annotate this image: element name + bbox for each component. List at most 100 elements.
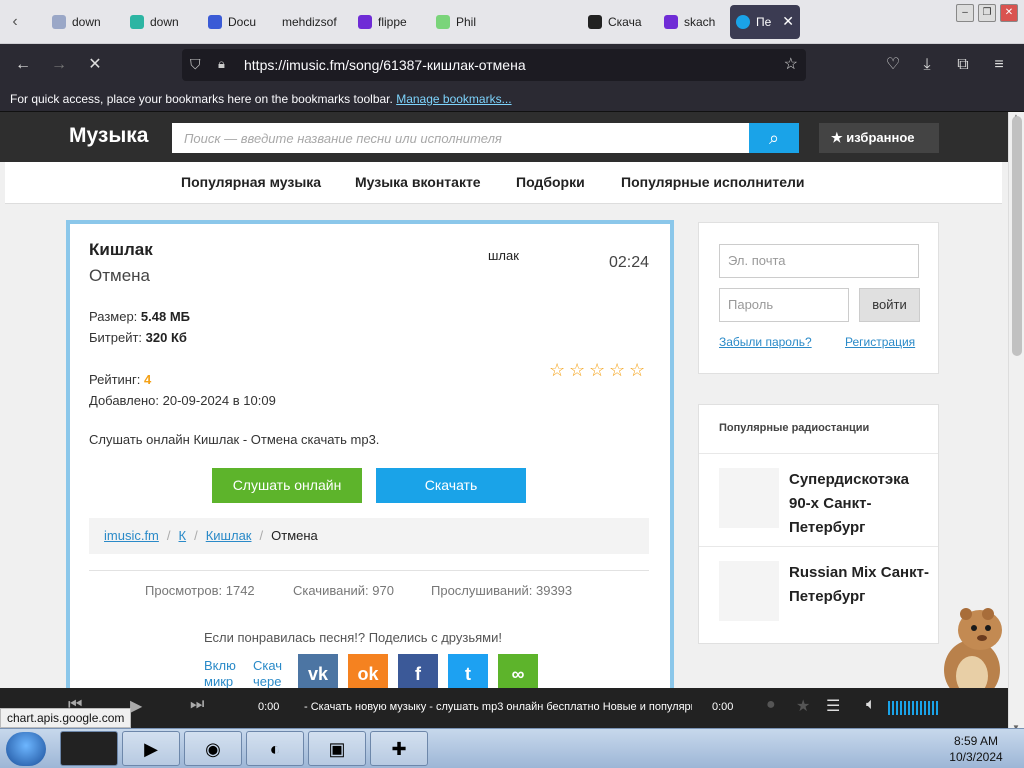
download-button[interactable]: Скачать [376,468,526,503]
clock-time: 8:59 AM [953,734,999,748]
firefox-icon[interactable]: ◐ [246,731,304,766]
menu-collections[interactable]: Подборки [516,174,585,190]
email-field[interactable]: Эл. почта [719,244,919,278]
register-link[interactable]: Регистрация [845,335,915,349]
song-artist[interactable]: Кишлак [89,240,153,260]
popular-radio-box: Популярные радиостанции Супердискотэка 9… [698,404,939,644]
share-link-download[interactable]: Скач чере [253,658,289,688]
radio-thumbnail[interactable] [719,561,779,621]
listen-online-button[interactable]: Слушать онлайн [212,468,362,503]
tab-scroll-left-icon[interactable]: ‹ [4,6,26,38]
login-button[interactable]: войти [859,288,920,322]
favorites-button[interactable]: ★ избранное [819,123,939,153]
song-card: Кишлак Отмена шлак 02:24 Размер: 5.48 МБ… [66,220,674,688]
address-bar[interactable]: ⛉ 🔒︎ https://imusic.fm/song/61387-кишлак… [182,49,806,81]
tab-6[interactable]: Phil [430,5,490,39]
tab-2[interactable]: down [124,5,200,39]
playlist-icon[interactable]: ☰ [826,696,840,716]
microphone-icon[interactable]: ● [766,696,776,714]
breadcrumb-artist[interactable]: Кишлак [206,528,252,543]
browser-toolbar: ← → ✕ ⛉ 🔒︎ https://imusic.fm/song/61387-… [0,44,1024,86]
manage-bookmarks-link[interactable]: Manage bookmarks... [396,92,511,106]
radio-station-name[interactable]: Супердискотэка 90-х Санкт-Петербург [789,468,929,540]
share-link-mic[interactable]: Вклю микр [204,658,240,688]
color-wheel-icon[interactable]: ✚ [370,731,428,766]
player-time-total: 0:00 [712,701,734,713]
star-icon: ★ [831,130,843,145]
menu-popular-music[interactable]: Популярная музыка [181,174,321,190]
star-outline-icon[interactable]: ☆ [629,361,647,379]
page-scrollbar[interactable]: ▲ ▼ [1008,112,1024,732]
volume-slider[interactable] [888,701,940,715]
site-logo[interactable]: Музыка [69,124,148,148]
play-icon[interactable]: ▶ [130,696,142,716]
share-title: Если понравилась песня!? Поделись с друз… [204,630,502,645]
lock-icon[interactable]: 🔒︎ [218,56,232,74]
link-icon[interactable]: ∞ [498,654,538,688]
taskbar-app-1[interactable] [60,731,118,766]
tab-5[interactable]: flippe [352,5,428,39]
tab-active[interactable]: Пе ✕ [730,5,800,39]
windows-start-icon[interactable] [6,732,46,766]
back-arrow-icon[interactable]: ← [10,53,36,77]
star-outline-icon[interactable]: ☆ [609,361,627,379]
menu-popular-artists[interactable]: Популярные исполнители [621,174,805,190]
breadcrumb: imusic.fm / К / Кишлак / Отмена [89,518,649,554]
shield-icon[interactable]: ⛉ [190,56,206,74]
bookmark-star-icon[interactable]: ☆ [784,54,798,74]
twitter-icon[interactable]: t [448,654,488,688]
music-note-icon [588,15,602,29]
hamster-mascot [944,608,1002,688]
tab-8[interactable]: skach [658,5,728,39]
stop-loading-icon[interactable]: ✕ [82,53,108,77]
vk-icon[interactable]: vk [298,654,338,688]
pocket-icon[interactable]: ♡ [880,53,906,77]
list-item[interactable]: Супердискотэка 90-х Санкт-Петербург [699,453,938,545]
globe-icon[interactable]: ◉ [184,731,242,766]
media-player-icon[interactable]: ▶ [122,731,180,766]
star-outline-icon[interactable]: ☆ [549,361,567,379]
facebook-icon[interactable]: f [398,654,438,688]
forgot-password-link[interactable]: Забыли пароль? [719,335,812,349]
breadcrumb-separator: / [259,528,264,543]
close-window-icon[interactable]: ✕ [1000,4,1018,22]
yahoo-icon [664,15,678,29]
breadcrumb-letter[interactable]: К [179,528,187,543]
scroll-thumb[interactable] [1012,116,1022,356]
taskbar-clock[interactable]: 8:59 AM 10/3/2024 [936,733,1016,765]
breadcrumb-home[interactable]: imusic.fm [104,528,159,543]
odnoklassniki-icon[interactable]: ok [348,654,388,688]
downloads-count: Скачиваний: 970 [293,583,394,598]
star-outline-icon[interactable]: ☆ [569,361,587,379]
song-title: Отмена [89,266,150,285]
download-icon[interactable]: ⤓ [914,53,940,77]
rating-stars[interactable]: ☆ ☆ ☆ ☆ ☆ [549,361,647,379]
list-item[interactable]: Russian Mix Санкт-Петербург [699,546,938,638]
close-tab-icon[interactable]: ✕ [782,13,794,30]
login-box: Эл. почта Пароль войти Забыли пароль? Ре… [698,222,939,374]
restore-icon[interactable]: ❐ [978,4,996,22]
password-field[interactable]: Пароль [719,288,849,322]
box-app-icon[interactable]: ▣ [308,731,366,766]
volume-icon[interactable]: 🔈︎ [866,696,876,714]
radio-station-name[interactable]: Russian Mix Санкт-Петербург [789,561,929,609]
menu-vk-music[interactable]: Музыка вконтакте [355,174,481,190]
search-icon[interactable]: ⌕ [749,123,799,153]
tab-1[interactable]: down [46,5,122,39]
radio-thumbnail[interactable] [719,468,779,528]
extensions-icon[interactable]: ⧉ [950,53,976,77]
status-bar-url: chart.apis.google.com [0,708,132,728]
favorite-star-icon[interactable]: ★ [796,696,810,716]
tab-4[interactable]: mehdizsof [276,5,350,39]
minimize-icon[interactable]: – [956,4,974,22]
url-text[interactable]: https://imusic.fm/song/61387-кишлак-отме… [244,57,526,73]
forward-arrow-icon[interactable]: → [46,53,72,77]
system-tray[interactable] [858,731,938,765]
star-outline-icon[interactable]: ☆ [589,361,607,379]
size-row: Размер: 5.48 МБ [89,309,191,324]
tab-7[interactable]: Скача [582,5,656,39]
site-search-input[interactable] [172,123,749,153]
tab-3[interactable]: Docu [202,5,274,39]
menu-hamburger-icon[interactable]: ≡ [986,53,1012,77]
next-icon[interactable]: ⏭ [190,696,204,714]
